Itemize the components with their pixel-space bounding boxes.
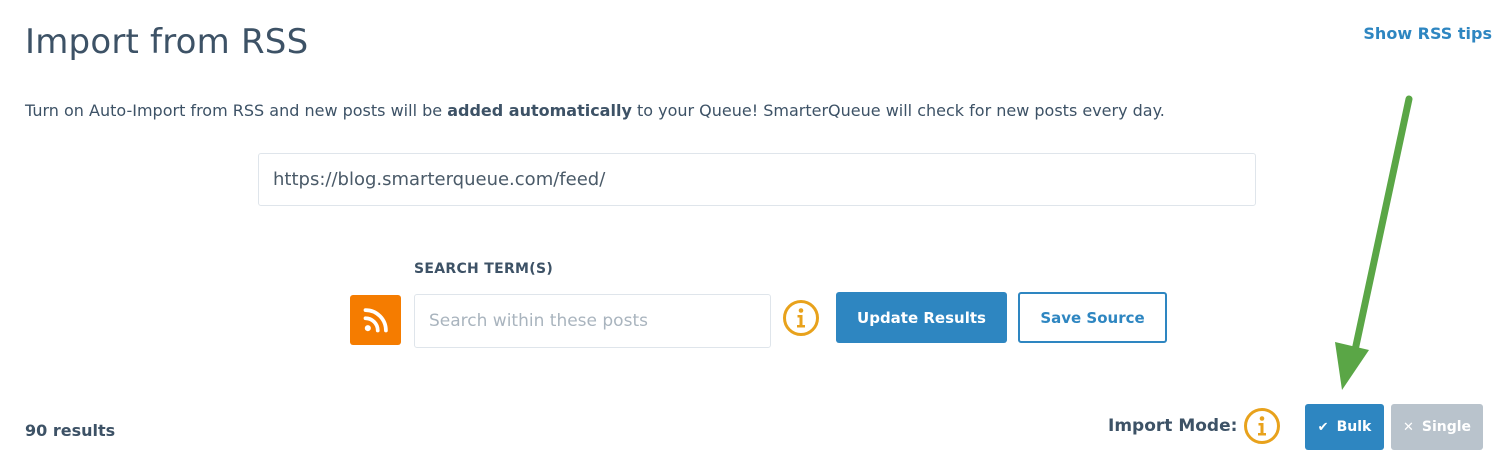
rss-glyph [363, 308, 388, 333]
info-icon[interactable] [1243, 407, 1281, 445]
import-mode-label: Import Mode: [1108, 416, 1238, 436]
check-icon: ✔ [1317, 419, 1329, 435]
bulk-mode-button[interactable]: ✔ Bulk [1305, 404, 1384, 450]
search-terms-label: SEARCH TERM(S) [414, 261, 554, 277]
bulk-label: Bulk [1336, 419, 1372, 435]
save-source-button[interactable]: Save Source [1018, 292, 1167, 343]
rss-icon [350, 295, 401, 345]
results-count: 90 results [25, 421, 116, 440]
rss-import-panel: Import from RSS Show RSS tips Turn on Au… [0, 0, 1510, 471]
update-results-button[interactable]: Update Results [836, 292, 1007, 343]
feed-url-input[interactable] [258, 153, 1256, 206]
description-emphasis: added automatically [447, 101, 632, 120]
single-mode-button[interactable]: ✕ Single [1391, 404, 1483, 450]
info-icon[interactable] [782, 299, 820, 337]
description-text: Turn on Auto-Import from RSS and new pos… [25, 101, 1165, 120]
single-label: Single [1421, 419, 1472, 435]
arrow-icon [1335, 95, 1413, 390]
description-lead: Turn on Auto-Import from RSS and new pos… [25, 101, 448, 120]
show-rss-tips-link[interactable]: Show RSS tips [1363, 24, 1492, 43]
description-tail: to your Queue! SmarterQueue will check f… [631, 101, 1165, 120]
close-icon: ✕ [1402, 419, 1414, 435]
search-input[interactable] [414, 294, 771, 348]
page-title: Import from RSS [25, 22, 309, 62]
